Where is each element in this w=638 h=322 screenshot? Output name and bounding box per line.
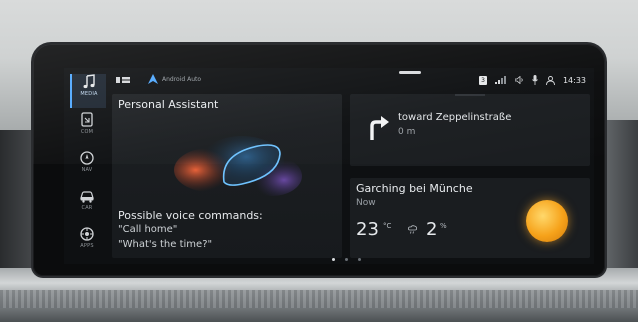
split-screen-icon[interactable]: [116, 77, 130, 83]
sidebar-item-label: CAR: [81, 205, 93, 211]
voice-command-item: "Call home": [118, 224, 178, 235]
phone-icon: [81, 112, 93, 127]
page-indicator[interactable]: [328, 258, 368, 263]
sun-icon: [526, 200, 568, 242]
sidebar-item-apps[interactable]: APPS: [70, 226, 104, 260]
clock: 14:33: [562, 75, 586, 85]
navigation-card[interactable]: toward Zeppelinstraße 0 m: [350, 94, 590, 166]
page-dot[interactable]: [332, 258, 335, 261]
card-handle: [455, 94, 485, 96]
voice-assistant-orb-icon: [174, 136, 302, 196]
status-indicators: 3 14:33: [479, 74, 586, 86]
car-interior: MEDIA COM NAV CAR APPS Android Auto 3 14…: [0, 0, 638, 322]
rain-unit: %: [440, 222, 447, 230]
android-auto-label: Android Auto: [162, 76, 202, 83]
rain-probability: 2: [426, 219, 438, 240]
voice-commands-heading: Possible voice commands:: [118, 209, 263, 222]
compass-icon: [80, 151, 94, 165]
sidebar-item-com[interactable]: COM: [70, 112, 104, 146]
notification-handle[interactable]: [399, 71, 421, 74]
status-bar: Android Auto 3 14:33: [112, 70, 590, 90]
car-icon: [80, 191, 94, 203]
page-dot[interactable]: [358, 258, 361, 261]
android-auto-icon[interactable]: [148, 74, 158, 84]
sidebar-item-label: MEDIA: [80, 91, 98, 97]
rain-cloud-icon: [408, 225, 417, 234]
navigation-distance: 0 m: [398, 127, 416, 137]
signal-strength-icon: [494, 76, 506, 84]
turn-right-arrow-icon: [370, 116, 389, 140]
air-vent-grille: [0, 290, 638, 308]
sidebar-item-label: NAV: [81, 167, 93, 173]
apps-icon: [80, 227, 94, 241]
assistant-title: Personal Assistant: [118, 98, 219, 111]
sidebar-item-nav[interactable]: NAV: [70, 150, 104, 184]
voice-command-item: "What's the time?": [118, 239, 213, 250]
weather-time: Now: [356, 198, 376, 208]
temperature-unit: °C: [383, 222, 392, 230]
notification-badge[interactable]: 3: [479, 75, 487, 85]
navigation-direction: toward Zeppelinstraße: [398, 112, 512, 123]
sidebar-item-media[interactable]: MEDIA: [70, 74, 106, 108]
infotainment-display: MEDIA COM NAV CAR APPS Android Auto 3 14…: [64, 68, 594, 264]
weather-card[interactable]: Garching bei Münche Now 23 °C 2 %: [350, 178, 590, 258]
page-dot[interactable]: [345, 258, 348, 261]
weather-temperature: 23: [356, 219, 379, 240]
weather-city: Garching bei Münche: [356, 182, 473, 195]
sidebar-item-car[interactable]: CAR: [70, 188, 104, 222]
music-note-icon: [83, 74, 95, 89]
user-profile-icon[interactable]: [545, 75, 555, 85]
sidebar-item-label: APPS: [80, 243, 94, 249]
speaker-icon[interactable]: [514, 76, 524, 84]
sidebar: MEDIA COM NAV CAR APPS: [66, 72, 106, 262]
personal-assistant-card[interactable]: Personal Assistant Possible voice comman…: [112, 94, 342, 258]
microphone-icon[interactable]: [532, 75, 538, 85]
sidebar-item-label: COM: [80, 129, 94, 135]
